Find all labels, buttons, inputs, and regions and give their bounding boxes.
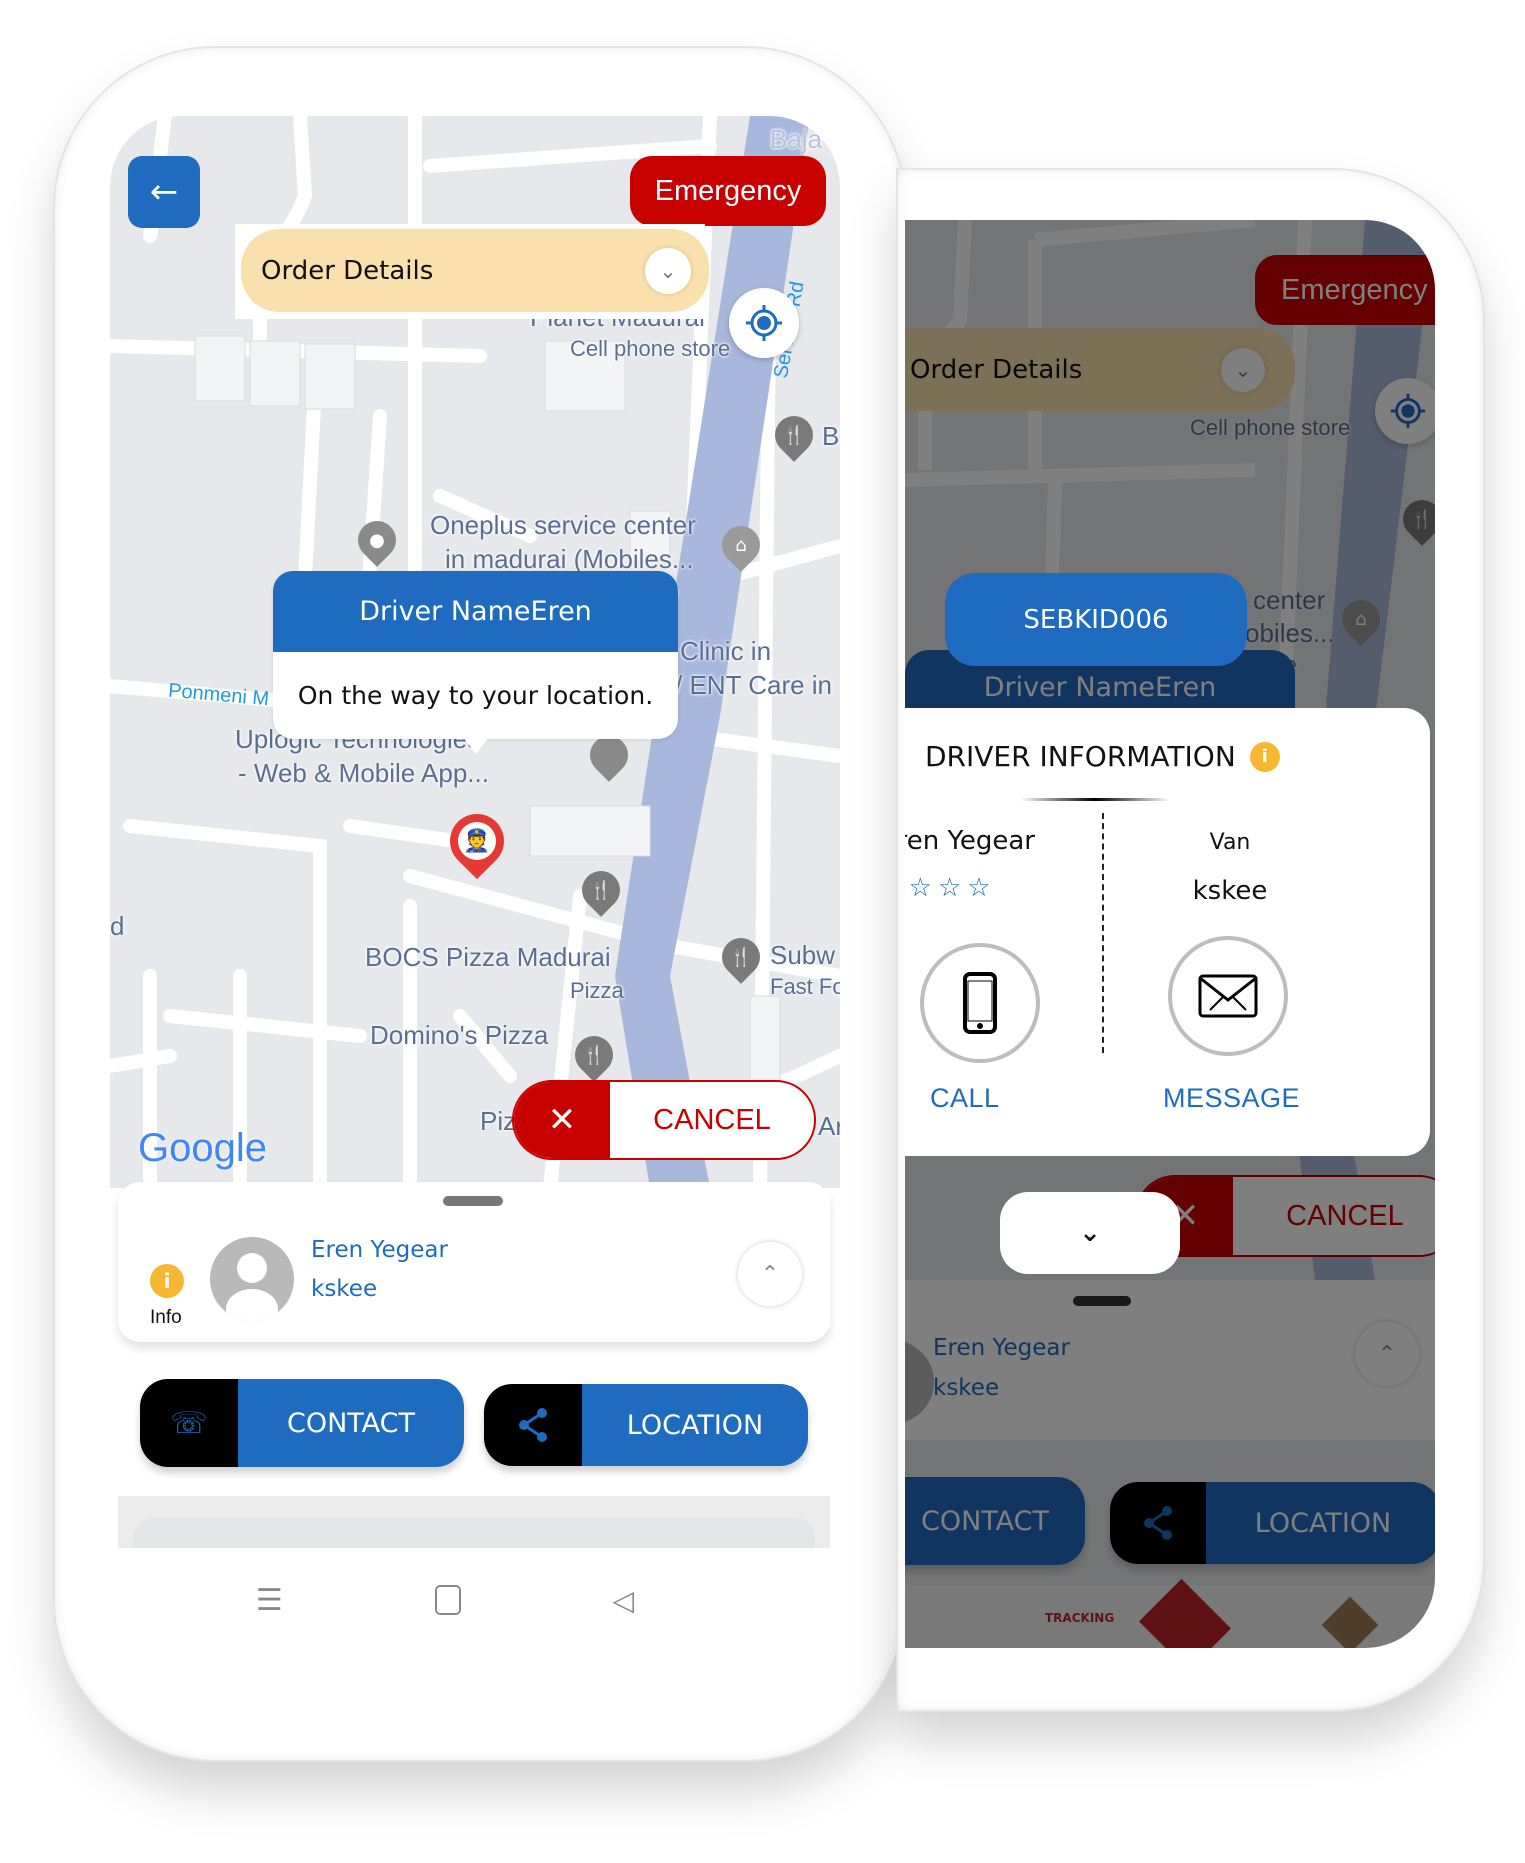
driver-summary-sheet[interactable]: i Info Eren Yegear kskee ⌃ — [118, 1182, 830, 1342]
map-label: Ar — [818, 1111, 840, 1141]
share-icon — [484, 1384, 582, 1466]
chevron-up-button[interactable]: ⌃ — [738, 1242, 802, 1306]
drag-handle[interactable] — [443, 1196, 503, 1206]
chevron-up-icon: ⌃ — [760, 1261, 780, 1287]
shopping-pin-icon[interactable]: ⌂ — [714, 518, 768, 572]
arrow-left-icon: ← — [149, 172, 179, 212]
driver-full-name: Eren Yegear — [905, 826, 1035, 856]
star-icon[interactable]: ☆ — [909, 873, 938, 903]
driver-information-card: DRIVER INFORMATION i Eren Yegear ☆☆☆☆☆ V… — [905, 708, 1430, 1156]
title-underline — [1020, 798, 1170, 801]
driver-information-heading: DRIVER INFORMATION — [925, 740, 1236, 773]
info-label: Info — [150, 1307, 182, 1328]
order-details-label: Order Details — [261, 255, 434, 286]
map-label: / ENT Care in — [675, 670, 833, 700]
map-label: Subw — [770, 940, 836, 970]
restaurant-pin-icon[interactable]: 🍴 — [767, 408, 821, 462]
avatar — [210, 1237, 294, 1321]
vehicle-number: kskee — [1192, 876, 1268, 906]
phone-right-screen: Cell phone store center obiles... ore 🍴 … — [905, 220, 1435, 1648]
cancel-button[interactable]: ✕ CANCEL — [512, 1080, 816, 1160]
vehicle-number: kskee — [311, 1276, 378, 1302]
order-details-bar[interactable]: Order Details ⌄ — [241, 229, 709, 312]
map-label: Domino's Pizza — [370, 1020, 549, 1050]
map-label: Baja — [770, 124, 823, 154]
map-label: Pizza — [570, 978, 624, 1003]
cancel-label: CANCEL — [653, 1103, 771, 1136]
my-location-button[interactable] — [729, 288, 799, 358]
envelope-icon — [1198, 974, 1258, 1018]
restaurant-pin-icon[interactable]: 🍴 — [567, 1028, 621, 1082]
emergency-button[interactable]: Emergency — [630, 156, 826, 226]
android-nav-bar: ☰ ◁ — [180, 1565, 710, 1635]
driver-bubble-message: On the way to your location. — [297, 681, 654, 710]
vehicle-type: Van — [1209, 830, 1251, 855]
map-label: Oneplus service center — [430, 510, 696, 540]
map-label: Cell phone store — [570, 336, 731, 361]
column-divider — [1102, 813, 1104, 1053]
star-icon[interactable]: ☆ — [967, 873, 996, 903]
back-nav-icon[interactable]: ◁ — [613, 1584, 635, 1617]
back-button[interactable]: ← — [128, 156, 200, 228]
close-icon: ✕ — [514, 1082, 610, 1158]
star-rating[interactable]: ☆☆☆☆☆ — [905, 873, 997, 903]
star-icon[interactable]: ☆ — [938, 873, 967, 903]
contact-label: CONTACT — [238, 1379, 464, 1467]
map-label: d — [110, 911, 125, 941]
order-id-badge: SEBKID006 — [945, 573, 1247, 666]
contact-signal-icon: ☏ — [140, 1379, 238, 1467]
message-button[interactable] — [1168, 936, 1288, 1056]
restaurant-pin-icon[interactable]: 🍴 — [574, 863, 628, 917]
driver-name: Eren Yegear — [311, 1237, 448, 1263]
map-label: Fast Fo — [770, 974, 840, 999]
driver-bubble-title: Driver NameEren — [273, 571, 678, 652]
map-label: BOCS Pizza Madurai — [365, 942, 611, 972]
map-label: Clinic in — [680, 636, 772, 666]
driver-information-title: DRIVER INFORMATION i — [925, 740, 1280, 773]
chevron-down-icon[interactable]: ⌄ — [645, 247, 691, 294]
info-icon[interactable]: i — [1249, 741, 1280, 772]
map-label: B — [822, 421, 840, 451]
info-icon[interactable]: i — [150, 1264, 184, 1298]
crosshair-icon — [746, 305, 782, 341]
location-label: LOCATION — [582, 1384, 808, 1466]
message-label[interactable]: MESSAGE — [1163, 1083, 1300, 1114]
home-nav-icon[interactable] — [434, 1585, 461, 1615]
google-logo: Google — [138, 1126, 267, 1170]
map-label: Piz — [480, 1106, 517, 1136]
call-label[interactable]: CALL — [930, 1083, 1000, 1114]
driver-info-bubble[interactable]: Driver NameEren On the way to your locat… — [273, 571, 678, 739]
collapse-card-button[interactable]: ⌄ — [1000, 1192, 1180, 1274]
phone-left-screen: Cell phone store Planet Madurai Oneplus … — [110, 116, 840, 1548]
chevron-down-icon: ⌄ — [1079, 1218, 1101, 1248]
restaurant-pin-icon[interactable]: 🍴 — [714, 930, 768, 984]
location-button[interactable]: LOCATION — [484, 1384, 808, 1466]
menu-nav-icon[interactable]: ☰ — [256, 1583, 283, 1618]
map-label: - Web & Mobile App... — [238, 758, 489, 788]
map-pin-icon[interactable]: ● — [350, 513, 404, 567]
bottom-banner-placeholder — [118, 1496, 830, 1548]
bubble-pointer — [462, 736, 490, 754]
phone-icon — [963, 972, 997, 1034]
call-button[interactable] — [920, 943, 1040, 1063]
contact-button[interactable]: ☏ CONTACT — [140, 1379, 464, 1467]
